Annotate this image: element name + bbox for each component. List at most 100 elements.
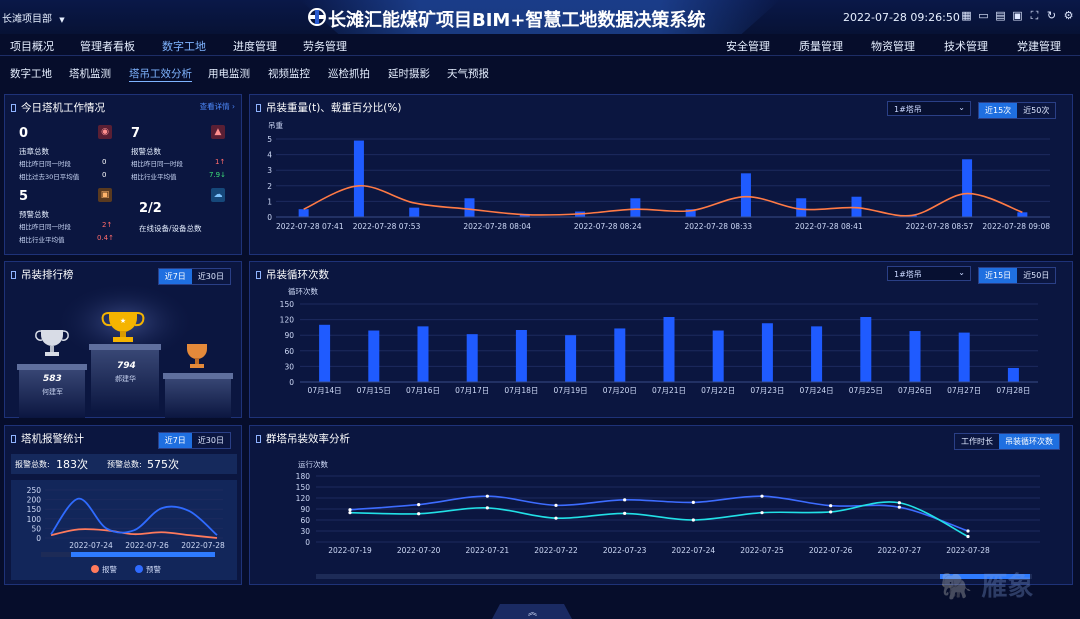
panel-title-text: 群塔吊装效率分析 <box>266 433 350 445</box>
nav-item-safety[interactable]: 安全管理 <box>726 38 770 54</box>
layout-icon[interactable]: ▤ <box>994 9 1007 22</box>
collapse-toggle-button[interactable]: ︽ <box>492 604 572 619</box>
weight-bar <box>298 209 309 217</box>
cycle-bar <box>466 334 478 382</box>
subnav-item-digital-site[interactable]: 数字工地 <box>10 66 52 81</box>
toggle-last-50-days[interactable]: 近50日 <box>1017 268 1055 283</box>
y-tick-label: 200 <box>27 496 42 505</box>
toggle-30-days[interactable]: 近30日 <box>192 433 230 448</box>
panel-mark-icon <box>256 103 261 112</box>
nav-item-quality[interactable]: 质量管理 <box>799 38 843 54</box>
online-device-count: 2/2 <box>139 201 162 216</box>
first-place-value: 794 <box>117 361 136 371</box>
subnav-item-video[interactable]: 视频监控 <box>268 66 310 81</box>
y-tick-label: 120 <box>296 494 311 503</box>
grid-icon[interactable]: ▦ <box>960 9 973 22</box>
alarm-totals-bar: 报警总数: 183次 预警总数: 575次 <box>11 454 237 474</box>
toggle-last-15-days[interactable]: 近15日 <box>979 268 1018 283</box>
warning-total-label: 预警总数: <box>107 460 142 469</box>
y-tick-label: 0 <box>267 213 272 222</box>
x-tick-label: 07月18日 <box>504 386 538 395</box>
violation-icon: ◉ <box>98 125 112 139</box>
svg-text:★: ★ <box>120 317 126 325</box>
view-details-link[interactable]: 查看详情 › <box>200 101 235 112</box>
data-point <box>691 500 695 504</box>
first-place-name: 郝建华 <box>115 375 136 383</box>
lift-cycle-panel: 吊装循环次数 1#塔吊 ⌄ 近15日 近50日 循环次数 0 30 60 90 120 150… <box>249 261 1073 418</box>
y-tick-label: 2 <box>267 182 272 191</box>
alarm-compare-label: 相比昨日同一时段 <box>131 160 183 168</box>
alarm-total-value: 183次 <box>56 458 88 471</box>
nav-item-party[interactable]: 党建管理 <box>1017 38 1061 54</box>
x-tick-label: 2022-07-25 <box>740 546 784 555</box>
panel-title-text: 吊装重量(t)、载重百分比(%) <box>266 102 402 114</box>
panel-title: 塔机报警统计 <box>11 431 84 446</box>
subnav-item-crane-efficiency[interactable]: 塔吊工效分析 <box>129 66 192 82</box>
panel-mark-icon <box>11 434 16 443</box>
toggle-lift-cycles[interactable]: 吊装循环次数 <box>999 434 1059 449</box>
toggle-7-days[interactable]: 近7日 <box>158 433 192 448</box>
online-device-label: 在线设备/设备总数 <box>139 224 202 233</box>
caret-down-icon: ▼ <box>59 16 65 24</box>
nav-item-labor[interactable]: 劳务管理 <box>303 38 347 54</box>
crane-select-value: 1#塔吊 <box>894 105 922 114</box>
panel-title-text: 吊装循环次数 <box>266 269 329 281</box>
alarm-compare-value: 1↑ <box>215 158 226 166</box>
toggle-work-hours[interactable]: 工作时长 <box>955 434 999 449</box>
x-tick-label: 2022-07-26 <box>125 541 169 550</box>
y-tick-label: 5 <box>267 135 272 144</box>
cycle-bar <box>860 317 872 382</box>
screen-icon[interactable]: ▭ <box>977 9 990 22</box>
nav-item-manager-board[interactable]: 管理者看板 <box>80 38 135 54</box>
y-tick-label: 250 <box>27 486 42 495</box>
y-tick-label: 1 <box>267 197 272 206</box>
fullscreen-icon[interactable]: ⛶ <box>1028 9 1041 22</box>
warning-compare-value: 2↑ <box>102 221 113 229</box>
settings-icon[interactable]: ⚙ <box>1062 9 1075 22</box>
warning-compare-value: 0.4↑ <box>97 234 114 242</box>
crane-select-dropdown[interactable]: 1#塔吊 ⌄ <box>887 101 971 116</box>
cycle-bar <box>909 331 921 382</box>
x-tick-label: 07月14日 <box>308 386 342 395</box>
group-efficiency-chart: 运行次数 0 30 60 90 120 150 180 2022-07-19 2022-07-20… <box>296 459 1040 579</box>
subnav-item-inspection[interactable]: 巡检抓拍 <box>328 66 370 81</box>
x-tick-label: 2022-07-28 09:08 <box>982 222 1050 231</box>
y-tick-label: 3 <box>267 166 272 175</box>
company-logo-icon <box>308 8 326 26</box>
subnav-item-timelapse[interactable]: 延时摄影 <box>388 66 430 81</box>
toggle-last-50[interactable]: 近50次 <box>1017 103 1055 118</box>
subnav-item-weather[interactable]: 天气预报 <box>447 66 489 81</box>
subnav-item-crane-monitor[interactable]: 塔机监测 <box>69 66 111 81</box>
nav-item-technology[interactable]: 技术管理 <box>944 38 988 54</box>
warning-label: 预警总数 <box>19 210 49 219</box>
refresh-icon[interactable]: ↻ <box>1045 9 1058 22</box>
y-tick-label: 150 <box>280 300 295 309</box>
scrollbar-thumb <box>71 552 215 557</box>
cycle-bar <box>515 330 527 382</box>
device-icon: ☁ <box>211 188 225 202</box>
x-tick-label: 07月28日 <box>996 386 1030 395</box>
nav-item-digital-site[interactable]: 数字工地 <box>162 38 206 54</box>
violation-compare-value: 0 <box>102 171 107 179</box>
data-point <box>348 508 352 512</box>
cycle-range-toggle: 近15日 近50日 <box>978 267 1057 284</box>
crane-select-dropdown[interactable]: 1#塔吊 ⌄ <box>887 266 971 281</box>
toolbar-icons: ▦ ▭ ▤ ▣ ⛶ ↻ ⚙ <box>960 9 1075 22</box>
subnav-item-power[interactable]: 用电监测 <box>208 66 250 81</box>
data-point <box>485 494 489 498</box>
x-tick-label: 2022-07-28 07:53 <box>353 222 421 231</box>
project-select-label: 长滩项目部 <box>2 14 52 25</box>
monitor-icon[interactable]: ▣ <box>1011 9 1024 22</box>
nav-item-progress[interactable]: 进度管理 <box>233 38 277 54</box>
data-point <box>554 503 558 507</box>
alarm-range-toggle: 近7日 近30日 <box>157 432 231 449</box>
toggle-last-15[interactable]: 近15次 <box>979 103 1018 118</box>
project-select[interactable]: 长滩项目部 ▼ <box>2 10 65 25</box>
cycle-bar <box>1007 367 1019 382</box>
y-tick-label: 0 <box>289 378 294 387</box>
nav-item-materials[interactable]: 物资管理 <box>871 38 915 54</box>
alarm-label: 报警总数 <box>131 147 161 156</box>
y-axis-label: 运行次数 <box>298 459 328 469</box>
violation-label: 违章总数 <box>19 147 49 156</box>
nav-item-overview[interactable]: 项目概况 <box>10 38 54 54</box>
